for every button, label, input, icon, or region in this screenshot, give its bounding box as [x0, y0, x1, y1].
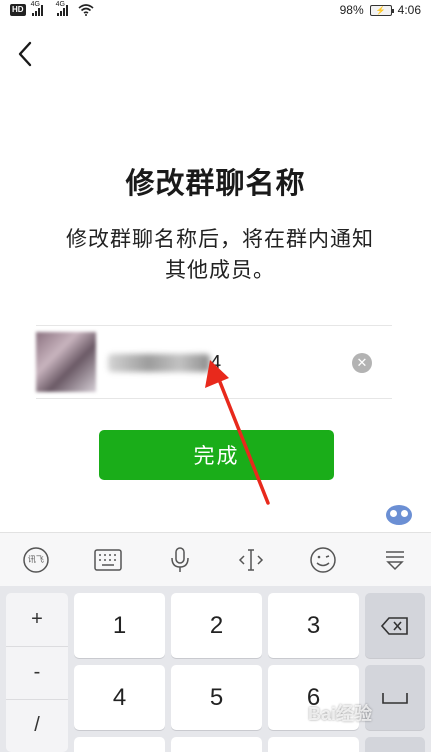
group-name-field[interactable]: 4 ✕ — [36, 325, 392, 399]
page-title: 修改群聊名称 — [125, 166, 306, 200]
slash-key[interactable]: / — [6, 699, 68, 751]
ime-mascot-icon[interactable] — [386, 505, 412, 525]
cursor-move-icon[interactable] — [236, 545, 266, 575]
signal-label: 4G — [55, 0, 65, 8]
keyboard-toolbar: 讯飞 — [0, 532, 431, 586]
watermark: Bai经验 — [308, 704, 373, 724]
digit-key-4[interactable]: 4 — [74, 665, 165, 730]
space-icon — [382, 692, 408, 704]
backspace-icon — [380, 616, 408, 635]
digit-key-3[interactable]: 3 — [268, 593, 359, 658]
voice-brand-icon[interactable]: 讯飞 — [21, 545, 51, 575]
group-name-value: 4 — [210, 351, 222, 374]
page-description: 修改群聊名称后，将在群内通知 其他成员。 — [40, 224, 400, 286]
digit-key-partial[interactable] — [268, 737, 359, 752]
brand-label: 讯飞 — [27, 555, 44, 564]
group-avatar — [36, 332, 96, 392]
back-chevron-icon[interactable] — [14, 40, 38, 68]
description-line: 其他成员。 — [165, 258, 275, 282]
battery-icon: ⚡ — [369, 4, 394, 16]
backspace-key[interactable] — [365, 593, 425, 658]
symbol-column[interactable]: + - / — [6, 593, 68, 752]
signal-icon: 4G — [56, 1, 68, 16]
keyboard-icon[interactable] — [93, 545, 123, 575]
minus-key[interactable]: - — [6, 646, 68, 698]
wifi-icon — [78, 4, 94, 16]
signal-label: 4G — [30, 0, 40, 8]
digit-key-partial[interactable] — [171, 737, 262, 752]
microphone-icon[interactable] — [165, 545, 195, 575]
space-key[interactable] — [365, 665, 425, 730]
function-key-partial[interactable] — [365, 737, 425, 752]
plus-key[interactable]: + — [6, 593, 68, 645]
clear-input-button[interactable]: ✕ — [352, 353, 372, 373]
emoji-icon[interactable] — [308, 545, 338, 575]
digit-key-2[interactable]: 2 — [171, 593, 262, 658]
hd-badge: HD — [10, 4, 26, 16]
done-button[interactable]: 完成 — [99, 430, 334, 480]
digit-key-partial[interactable] — [74, 737, 165, 752]
collapse-keyboard-icon[interactable] — [380, 545, 410, 575]
digit-key-5[interactable]: 5 — [171, 665, 262, 730]
signal-icon: 4G — [31, 1, 43, 16]
status-bar: HD 4G 4G 98% ⚡ 4:06 — [0, 0, 431, 20]
digit-key-1[interactable]: 1 — [74, 593, 165, 658]
description-line: 修改群聊名称后，将在群内通知 — [66, 227, 374, 251]
group-name-input[interactable]: 4 — [108, 348, 221, 378]
battery-percent: 98% — [339, 3, 364, 17]
clock: 4:06 — [397, 3, 421, 17]
blurred-text — [108, 354, 210, 372]
